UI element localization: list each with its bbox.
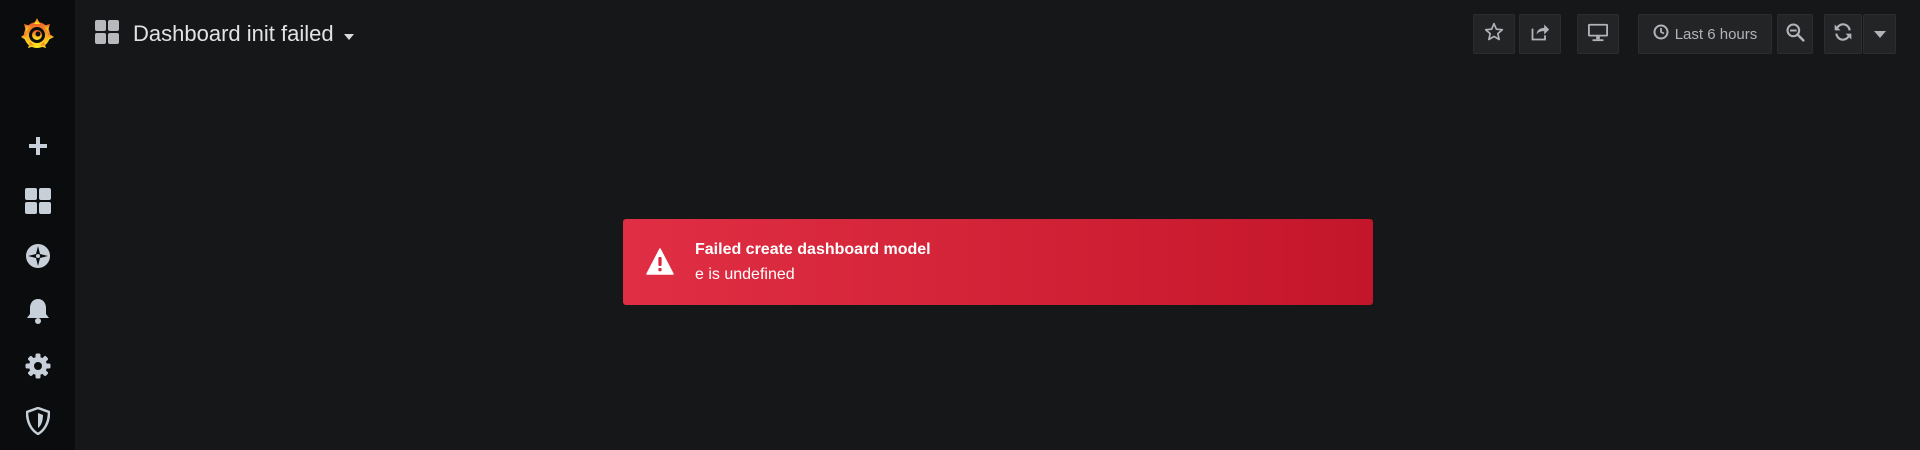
- refresh-icon: [1833, 22, 1853, 47]
- tv-mode-button[interactable]: [1577, 14, 1619, 54]
- refresh-button[interactable]: [1824, 14, 1862, 54]
- zoom-out-icon: [1785, 22, 1805, 47]
- side-menu: [0, 0, 75, 450]
- caret-down-icon: [1873, 25, 1886, 43]
- warning-icon: [646, 248, 674, 276]
- dashboard-title-dropdown[interactable]: Dashboard init failed: [95, 18, 354, 50]
- time-range-label: Last 6 hours: [1674, 25, 1758, 43]
- share-dashboard-button[interactable]: [1519, 14, 1561, 54]
- clock-icon: [1653, 24, 1669, 44]
- grafana-logo-icon[interactable]: [17, 14, 57, 54]
- alerting-bell-icon[interactable]: [0, 286, 75, 336]
- star-dashboard-button[interactable]: [1473, 14, 1515, 54]
- error-alert: Failed create dashboard model e is undef…: [623, 219, 1373, 305]
- dashboards-icon[interactable]: [0, 176, 75, 226]
- monitor-icon: [1587, 22, 1609, 47]
- dashboard-grid-icon: [95, 19, 119, 49]
- star-icon: [1484, 22, 1504, 47]
- alert-message: e is undefined: [695, 265, 795, 283]
- caret-down-icon: [343, 27, 354, 45]
- zoom-out-button[interactable]: [1777, 14, 1813, 54]
- time-range-picker-button[interactable]: Last 6 hours: [1638, 14, 1772, 54]
- top-navbar: Dashboard init failed Last 6 hours: [75, 0, 1920, 68]
- refresh-interval-dropdown[interactable]: [1863, 14, 1896, 54]
- server-admin-shield-icon[interactable]: [0, 396, 75, 446]
- share-icon: [1530, 22, 1550, 47]
- create-plus-icon[interactable]: [0, 121, 75, 171]
- configuration-gear-icon[interactable]: [0, 341, 75, 391]
- explore-compass-icon[interactable]: [0, 231, 75, 281]
- alert-title: Failed create dashboard model: [695, 240, 931, 258]
- page-title: Dashboard init failed: [133, 21, 334, 46]
